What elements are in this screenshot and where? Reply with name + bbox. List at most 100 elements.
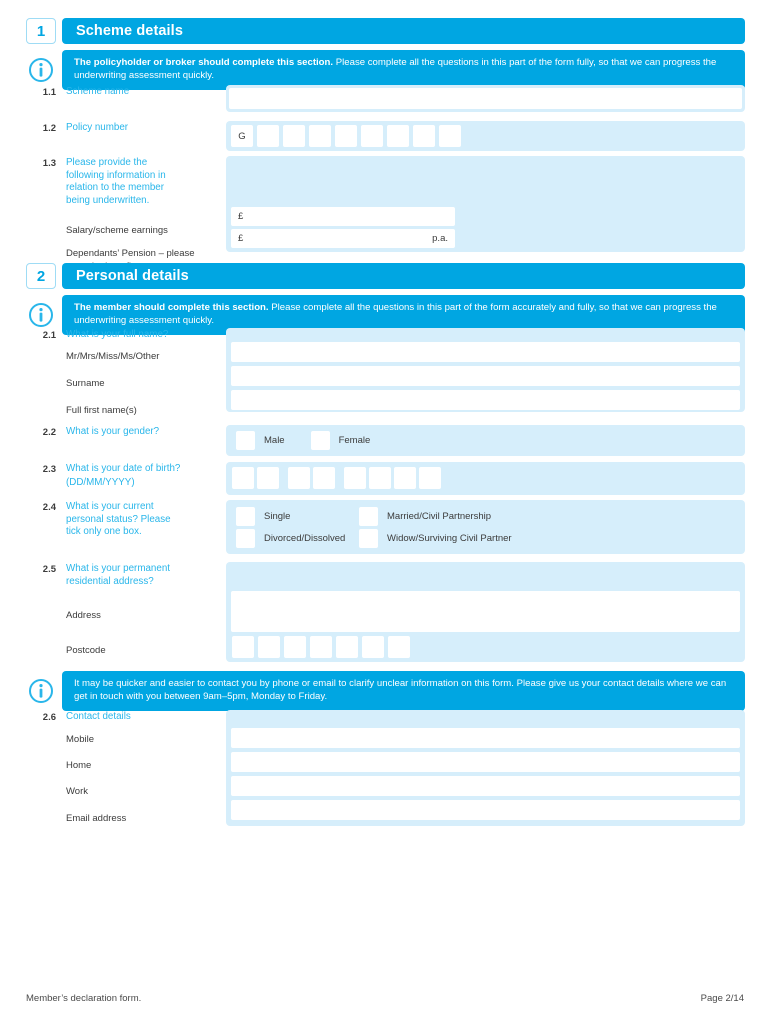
surname-input[interactable] — [231, 366, 740, 386]
question-1-1-number: 1.1 — [42, 87, 56, 98]
policy-number-boxes: G — [231, 125, 461, 147]
question-1-3-panel: £ £ p.a. — [226, 156, 745, 252]
title-prefix-input[interactable] — [231, 342, 740, 362]
salary-label: Salary/scheme earnings — [66, 225, 168, 237]
section-1-number: 1 — [26, 18, 56, 44]
question-2-4-label: What is your current personal status? Pl… — [66, 501, 171, 538]
checkbox-divorced-dissolved-label: Divorced/Dissolved — [264, 533, 346, 544]
address-input[interactable] — [231, 591, 740, 632]
postcode-box-5[interactable] — [336, 636, 358, 658]
question-1-3-label: Please provide the following information… — [66, 157, 166, 206]
question-2-1: 2.1 What is your full name? Mr/Mrs/Miss/… — [26, 328, 745, 418]
postcode-box-2[interactable] — [258, 636, 280, 658]
question-2-3-label: What is your date of birth? — [66, 463, 181, 474]
dependants-suffix: p.a. — [432, 233, 448, 244]
policy-number-box-8[interactable] — [439, 125, 461, 147]
work-input[interactable] — [231, 776, 740, 796]
home-label: Home — [66, 759, 92, 771]
salary-input[interactable]: £ — [231, 207, 455, 226]
section-2-info-bold: The member should complete this section. — [74, 302, 269, 313]
checkbox-married-civil-partnership[interactable] — [359, 507, 378, 526]
question-1-2-label: Policy number — [66, 122, 129, 133]
question-2-4-number: 2.4 — [42, 502, 56, 513]
question-2-1-panel — [226, 328, 745, 412]
postcode-boxes — [232, 636, 410, 658]
question-2-3-label-format: (DD/MM/YYYY) — [66, 476, 135, 488]
date-of-birth-box-3[interactable] — [288, 467, 310, 489]
checkbox-female[interactable] — [310, 431, 330, 450]
address-label: Address — [66, 610, 101, 622]
question-2-3-number: 2.3 — [42, 464, 56, 475]
checkbox-widow-surviving-civil-partner-label: Widow/Surviving Civil Partner — [387, 533, 512, 544]
dependants-currency-symbol: £ — [238, 233, 244, 244]
policy-number-prefix-box[interactable]: G — [231, 125, 253, 147]
date-of-birth-box-1[interactable] — [232, 467, 254, 489]
question-2-5: 2.5 What is your permanent residential a… — [26, 562, 745, 662]
home-input[interactable] — [231, 752, 740, 772]
page-footer: Member’s declaration form. Page 2/14 — [26, 993, 744, 1004]
info-icon — [26, 50, 56, 90]
date-of-birth-box-6[interactable] — [369, 467, 391, 489]
section-1: 1 Scheme details The policyholder or bro… — [26, 18, 745, 90]
postcode-box-3[interactable] — [284, 636, 306, 658]
info-icon — [26, 671, 56, 711]
question-2-1-number: 2.1 — [42, 330, 56, 341]
section-1-title: Scheme details — [62, 18, 745, 44]
question-1-2-panel: G — [226, 121, 745, 151]
postcode-box-7[interactable] — [388, 636, 410, 658]
first-names-label: Full first name(s) — [66, 405, 137, 417]
policy-number-box-1[interactable] — [257, 125, 279, 147]
policy-number-box-7[interactable] — [413, 125, 435, 147]
salary-currency-symbol: £ — [238, 211, 244, 222]
question-1-1: 1.1 Scheme name — [26, 85, 745, 112]
checkbox-widow-surviving-civil-partner[interactable] — [359, 529, 378, 548]
policy-number-box-6[interactable] — [387, 125, 409, 147]
section-1-info-text: The policyholder or broker should comple… — [62, 50, 745, 90]
policy-number-box-5[interactable] — [361, 125, 383, 147]
first-names-input[interactable] — [231, 390, 740, 410]
question-2-4: 2.4 What is your current personal status… — [26, 500, 745, 554]
question-1-2: 1.2 Policy number G — [26, 121, 745, 151]
section-2-header: 2 Personal details — [26, 263, 745, 289]
mobile-input[interactable] — [231, 728, 740, 748]
date-of-birth-boxes — [232, 467, 441, 489]
dependants-pension-input[interactable]: £ p.a. — [231, 229, 455, 248]
footer-page-number: Page 2/14 — [700, 993, 744, 1004]
postcode-box-6[interactable] — [362, 636, 384, 658]
section-2-title: Personal details — [62, 263, 745, 289]
checkbox-married-civil-partnership-label: Married/Civil Partnership — [387, 511, 492, 522]
question-2-5-panel — [226, 562, 745, 662]
checkbox-male[interactable] — [236, 431, 255, 450]
section-2-number: 2 — [26, 263, 56, 289]
form-page: 1 Scheme details The policyholder or bro… — [0, 0, 770, 1024]
date-of-birth-box-5[interactable] — [344, 467, 366, 489]
policy-number-box-4[interactable] — [335, 125, 357, 147]
date-of-birth-box-4[interactable] — [313, 467, 335, 489]
policy-number-box-2[interactable] — [283, 125, 305, 147]
contact-info-text: It may be quicker and easier to contact … — [62, 671, 745, 711]
date-of-birth-box-7[interactable] — [394, 467, 416, 489]
surname-label: Surname — [66, 377, 105, 389]
title-prefix-label: Mr/Mrs/Miss/Ms/Other — [66, 350, 160, 362]
work-label: Work — [66, 786, 88, 798]
scheme-name-input[interactable] — [229, 88, 742, 109]
email-input[interactable] — [231, 800, 740, 820]
question-2-5-label: What is your permanent residential addre… — [66, 563, 171, 587]
question-1-1-panel — [226, 85, 745, 112]
checkbox-divorced-dissolved[interactable] — [236, 529, 255, 548]
postcode-box-1[interactable] — [232, 636, 254, 658]
postcode-box-4[interactable] — [310, 636, 332, 658]
question-2-2-number: 2.2 — [42, 427, 56, 438]
policy-number-box-3[interactable] — [309, 125, 331, 147]
postcode-label: Postcode — [66, 645, 106, 657]
date-of-birth-group-2 — [288, 467, 335, 489]
question-2-6-number: 2.6 — [42, 712, 56, 723]
question-1-2-number: 1.2 — [42, 123, 56, 134]
section-1-header: 1 Scheme details — [26, 18, 745, 44]
question-2-6: 2.6 Contact details Mobile Home Work Ema… — [26, 710, 745, 826]
date-of-birth-group-3 — [344, 467, 441, 489]
checkbox-male-label: Male — [264, 435, 285, 446]
date-of-birth-box-2[interactable] — [257, 467, 279, 489]
checkbox-single[interactable] — [236, 507, 255, 526]
date-of-birth-box-8[interactable] — [419, 467, 441, 489]
